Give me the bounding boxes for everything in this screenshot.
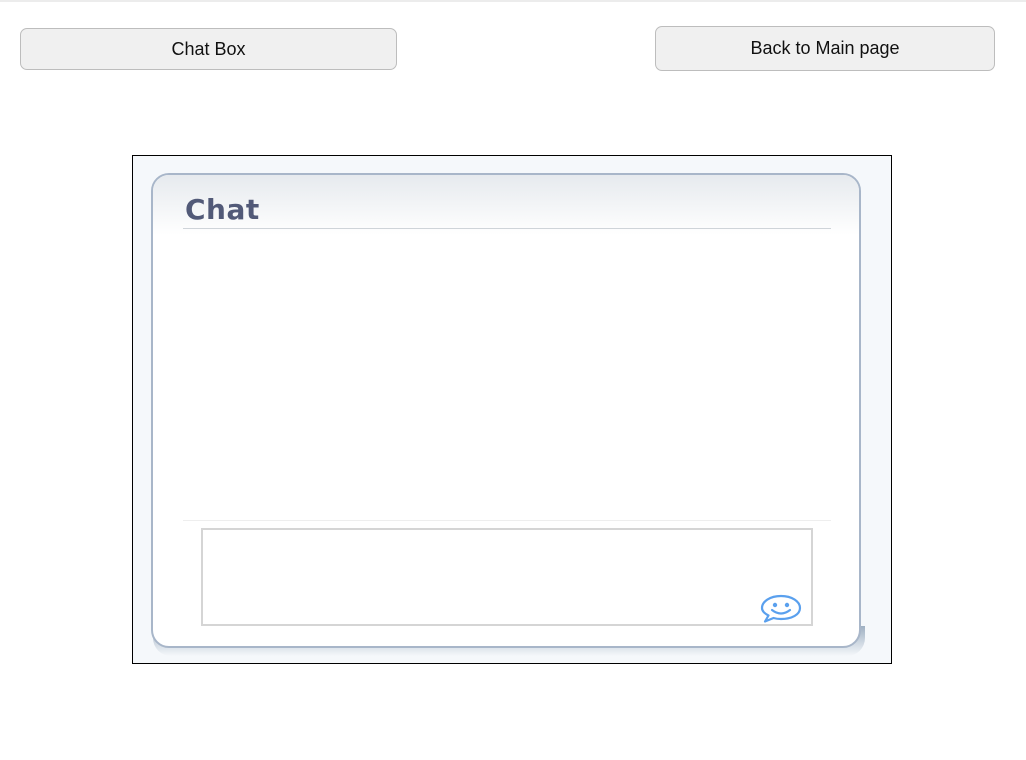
chat-panel: Chat [151,173,861,648]
chat-message-input[interactable] [201,528,813,626]
footer-divider [183,520,831,521]
top-divider [0,0,1026,2]
smiley-speech-bubble-icon[interactable] [759,593,803,623]
chat-header: Chat [153,175,859,235]
header-divider [183,228,831,229]
chat-title: Chat [185,193,260,226]
chat-messages-area[interactable] [183,233,831,519]
back-to-main-page-button[interactable]: Back to Main page [655,26,995,71]
chat-box-button[interactable]: Chat Box [20,28,397,70]
chat-widget-frame: Chat [132,155,892,664]
